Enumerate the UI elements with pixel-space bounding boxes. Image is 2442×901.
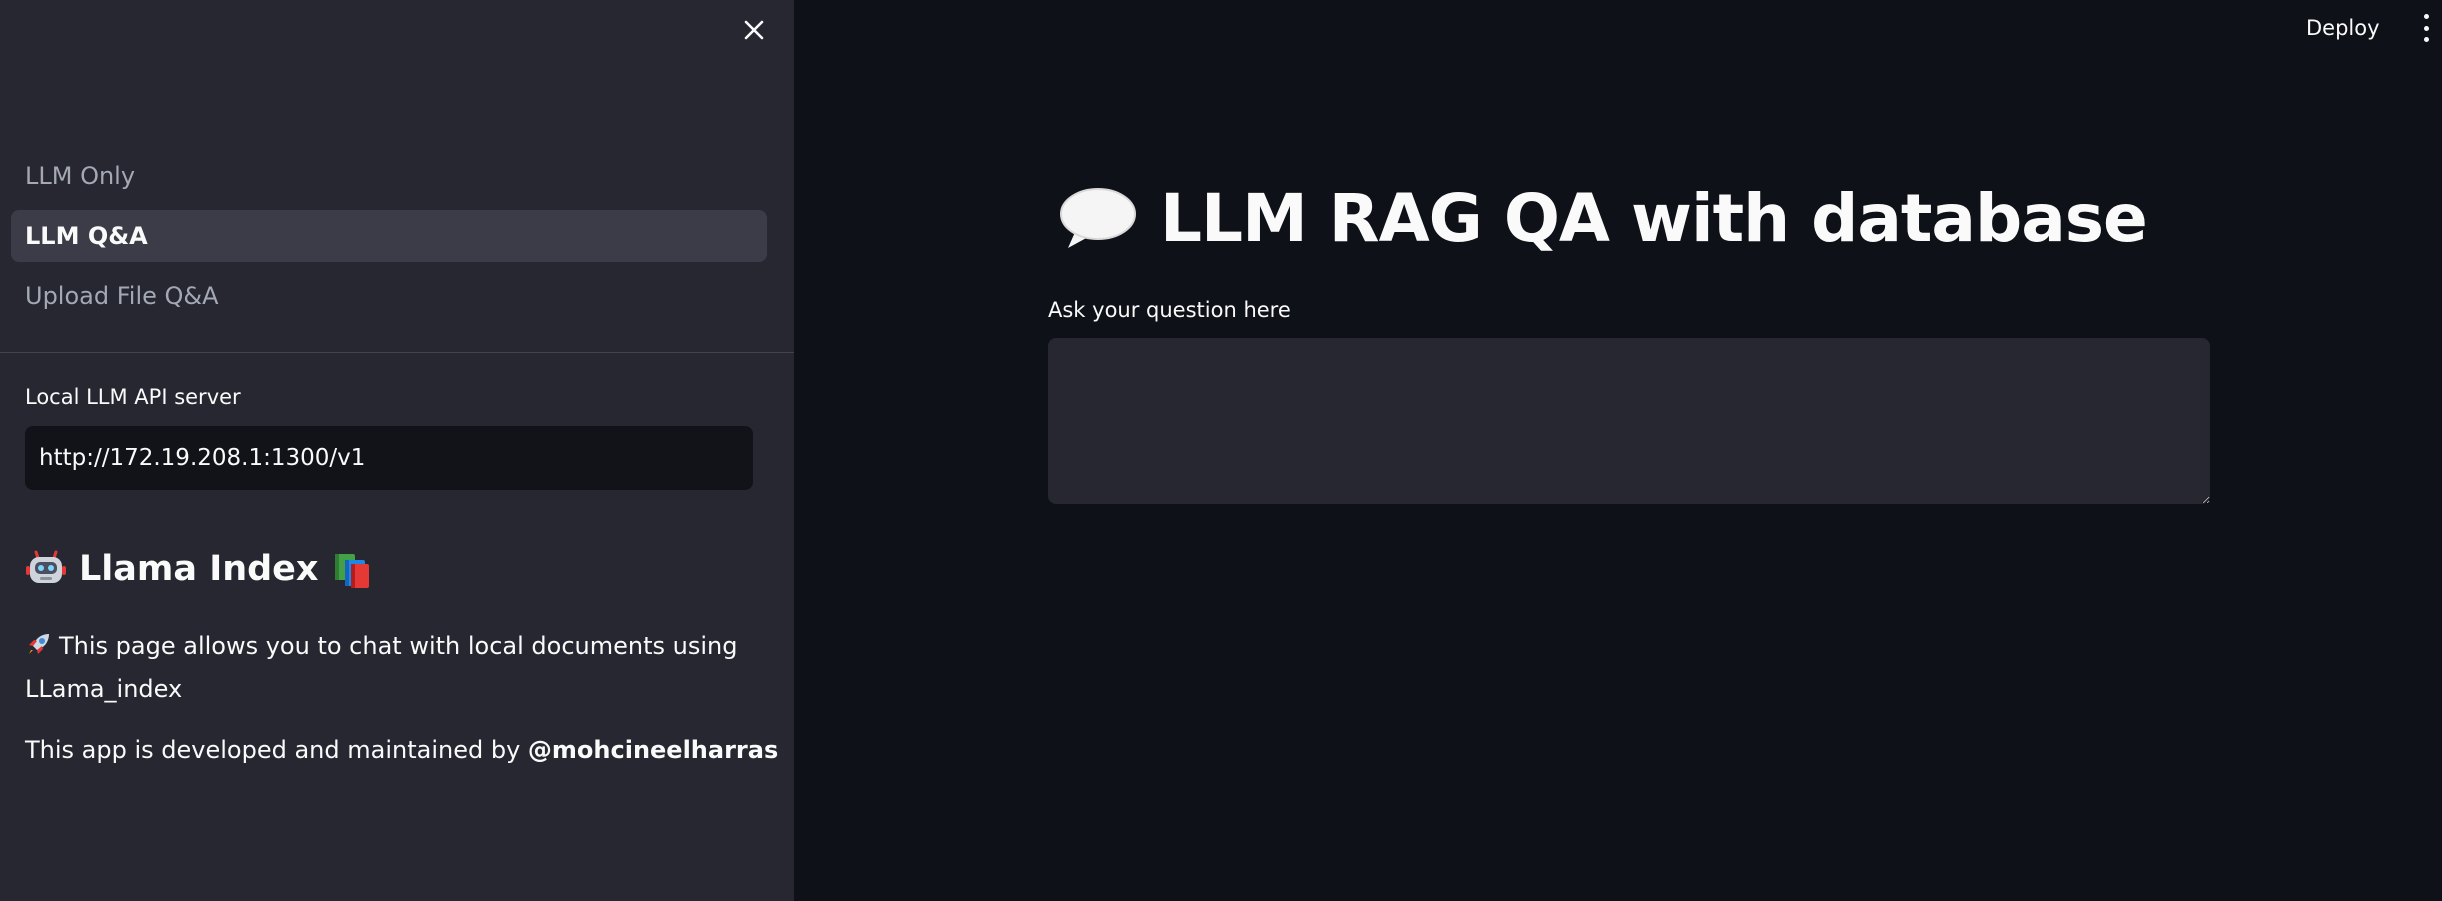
sidebar-item-upload-file-qa[interactable]: Upload File Q&A <box>11 270 767 322</box>
sidebar-nav: LLM Only LLM Q&A Upload File Q&A <box>11 150 767 330</box>
sidebar: LLM Only LLM Q&A Upload File Q&A Local L… <box>0 0 794 901</box>
kebab-menu-icon-dot <box>2423 14 2429 19</box>
books-emoji-icon <box>334 554 369 588</box>
api-server-label: Local LLM API server <box>25 385 241 409</box>
question-textarea[interactable] <box>1048 338 2210 504</box>
llama-index-heading: Llama Index <box>25 548 373 590</box>
question-label: Ask your question here <box>1048 298 1291 322</box>
description-text: This page allows you to chat with local … <box>25 632 738 703</box>
robot-emoji-icon <box>26 550 66 583</box>
sidebar-item-label: LLM Only <box>25 162 136 190</box>
sidebar-item-llm-qa[interactable]: LLM Q&A <box>11 210 767 262</box>
credit-line: This app is developed and maintained by … <box>25 736 778 764</box>
api-server-input[interactable] <box>25 426 753 490</box>
credit-handle: @mohcineelharras <box>527 736 779 764</box>
page-title-text: LLM RAG QA with database <box>1160 180 2148 257</box>
llama-index-title: Llama Index <box>79 549 319 589</box>
credit-prefix: This app is developed and maintained by <box>25 736 528 764</box>
main-menu-button[interactable] <box>2418 14 2434 42</box>
close-sidebar-button[interactable] <box>738 14 770 46</box>
sidebar-item-label: LLM Q&A <box>25 222 148 250</box>
rocket-emoji-icon <box>29 634 49 654</box>
page-title: LLM RAG QA with database <box>1058 180 2148 257</box>
sidebar-item-llm-only[interactable]: LLM Only <box>11 150 767 202</box>
sidebar-item-label: Upload File Q&A <box>25 282 219 310</box>
kebab-menu-icon-dot <box>2423 37 2429 42</box>
page-description: This page allows you to chat with local … <box>25 625 745 711</box>
sidebar-divider <box>0 352 794 353</box>
speech-balloon-icon <box>1060 187 1136 248</box>
app-root: LLM Only LLM Q&A Upload File Q&A Local L… <box>0 0 2442 901</box>
kebab-menu-icon-dot <box>2423 25 2429 31</box>
close-icon <box>744 20 764 40</box>
deploy-button[interactable]: Deploy <box>2296 10 2390 46</box>
